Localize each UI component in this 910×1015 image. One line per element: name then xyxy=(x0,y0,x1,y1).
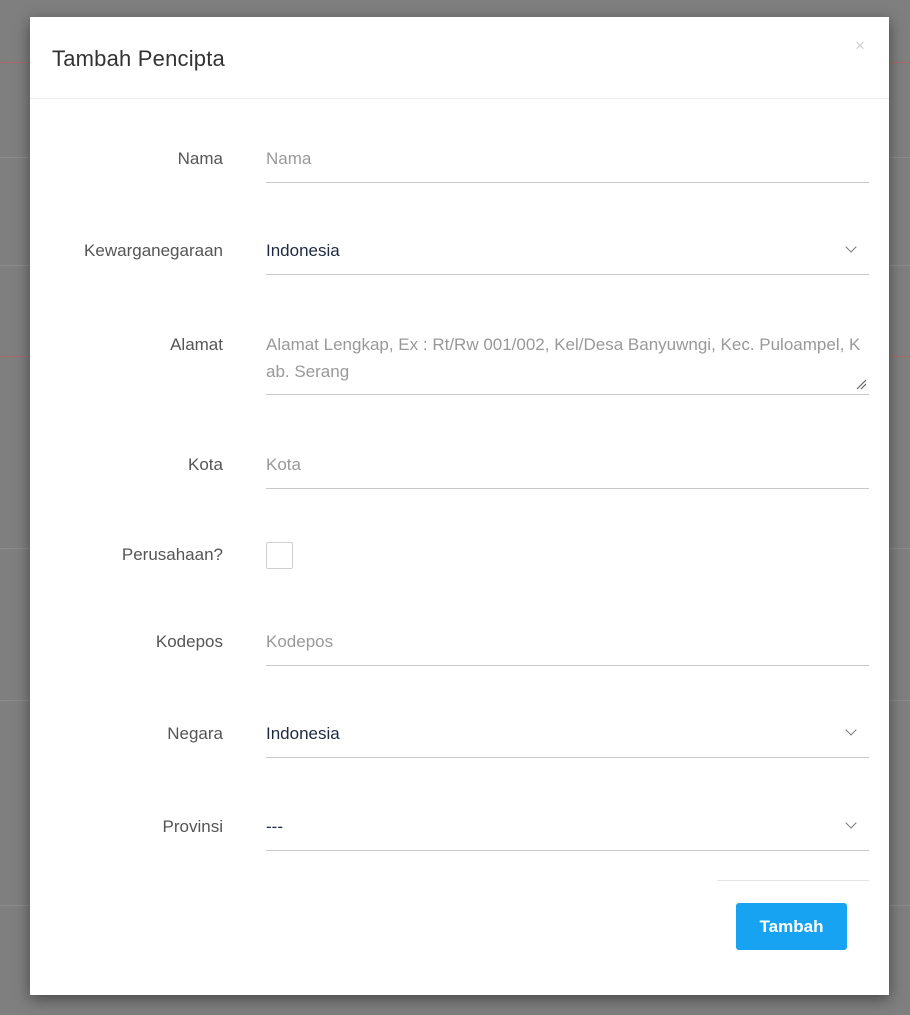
kewarganegaraan-label: Kewarganegaraan xyxy=(84,241,223,260)
kota-label: Kota xyxy=(188,455,223,474)
perusahaan-label: Perusahaan? xyxy=(121,545,223,564)
close-icon[interactable]: × xyxy=(855,37,865,54)
nama-placeholder: Nama xyxy=(266,149,312,168)
kodepos-placeholder: Kodepos xyxy=(266,632,334,651)
kodepos-label: Kodepos xyxy=(155,632,223,651)
kota-placeholder: Kota xyxy=(266,455,301,474)
provinsi-select[interactable]: --- xyxy=(266,805,869,851)
footer-divider xyxy=(717,880,869,881)
alamat-placeholder: Alamat Lengkap, Ex : Rt/Rw 001/002, Kel/… xyxy=(266,335,861,381)
add-creator-modal: Tambah Pencipta × Nama Nama Kewarganegar… xyxy=(30,17,889,995)
provinsi-label: Provinsi xyxy=(162,817,223,836)
negara-selected-value: Indonesia xyxy=(266,724,340,743)
chevron-down-icon xyxy=(845,817,857,829)
perusahaan-checkbox[interactable] xyxy=(266,542,293,569)
kewarganegaraan-select[interactable]: Indonesia xyxy=(266,229,869,275)
kewarganegaraan-selected-value: Indonesia xyxy=(266,241,340,260)
resize-handle-icon[interactable] xyxy=(856,379,867,390)
chevron-down-icon xyxy=(845,724,857,736)
alamat-textarea[interactable]: Alamat Lengkap, Ex : Rt/Rw 001/002, Kel/… xyxy=(266,331,869,395)
alamat-label: Alamat xyxy=(170,335,223,354)
nama-label: Nama xyxy=(177,149,223,168)
nama-input[interactable]: Nama xyxy=(266,137,869,183)
negara-label: Negara xyxy=(167,724,223,743)
chevron-down-icon xyxy=(845,241,857,253)
kota-input[interactable]: Kota xyxy=(266,443,869,489)
modal-title: Tambah Pencipta xyxy=(52,46,225,71)
kodepos-input[interactable]: Kodepos xyxy=(266,620,869,666)
tambah-button[interactable]: Tambah xyxy=(736,903,847,950)
provinsi-selected-value: --- xyxy=(266,817,283,836)
modal-header: Tambah Pencipta × xyxy=(30,17,889,99)
negara-select[interactable]: Indonesia xyxy=(266,712,869,758)
